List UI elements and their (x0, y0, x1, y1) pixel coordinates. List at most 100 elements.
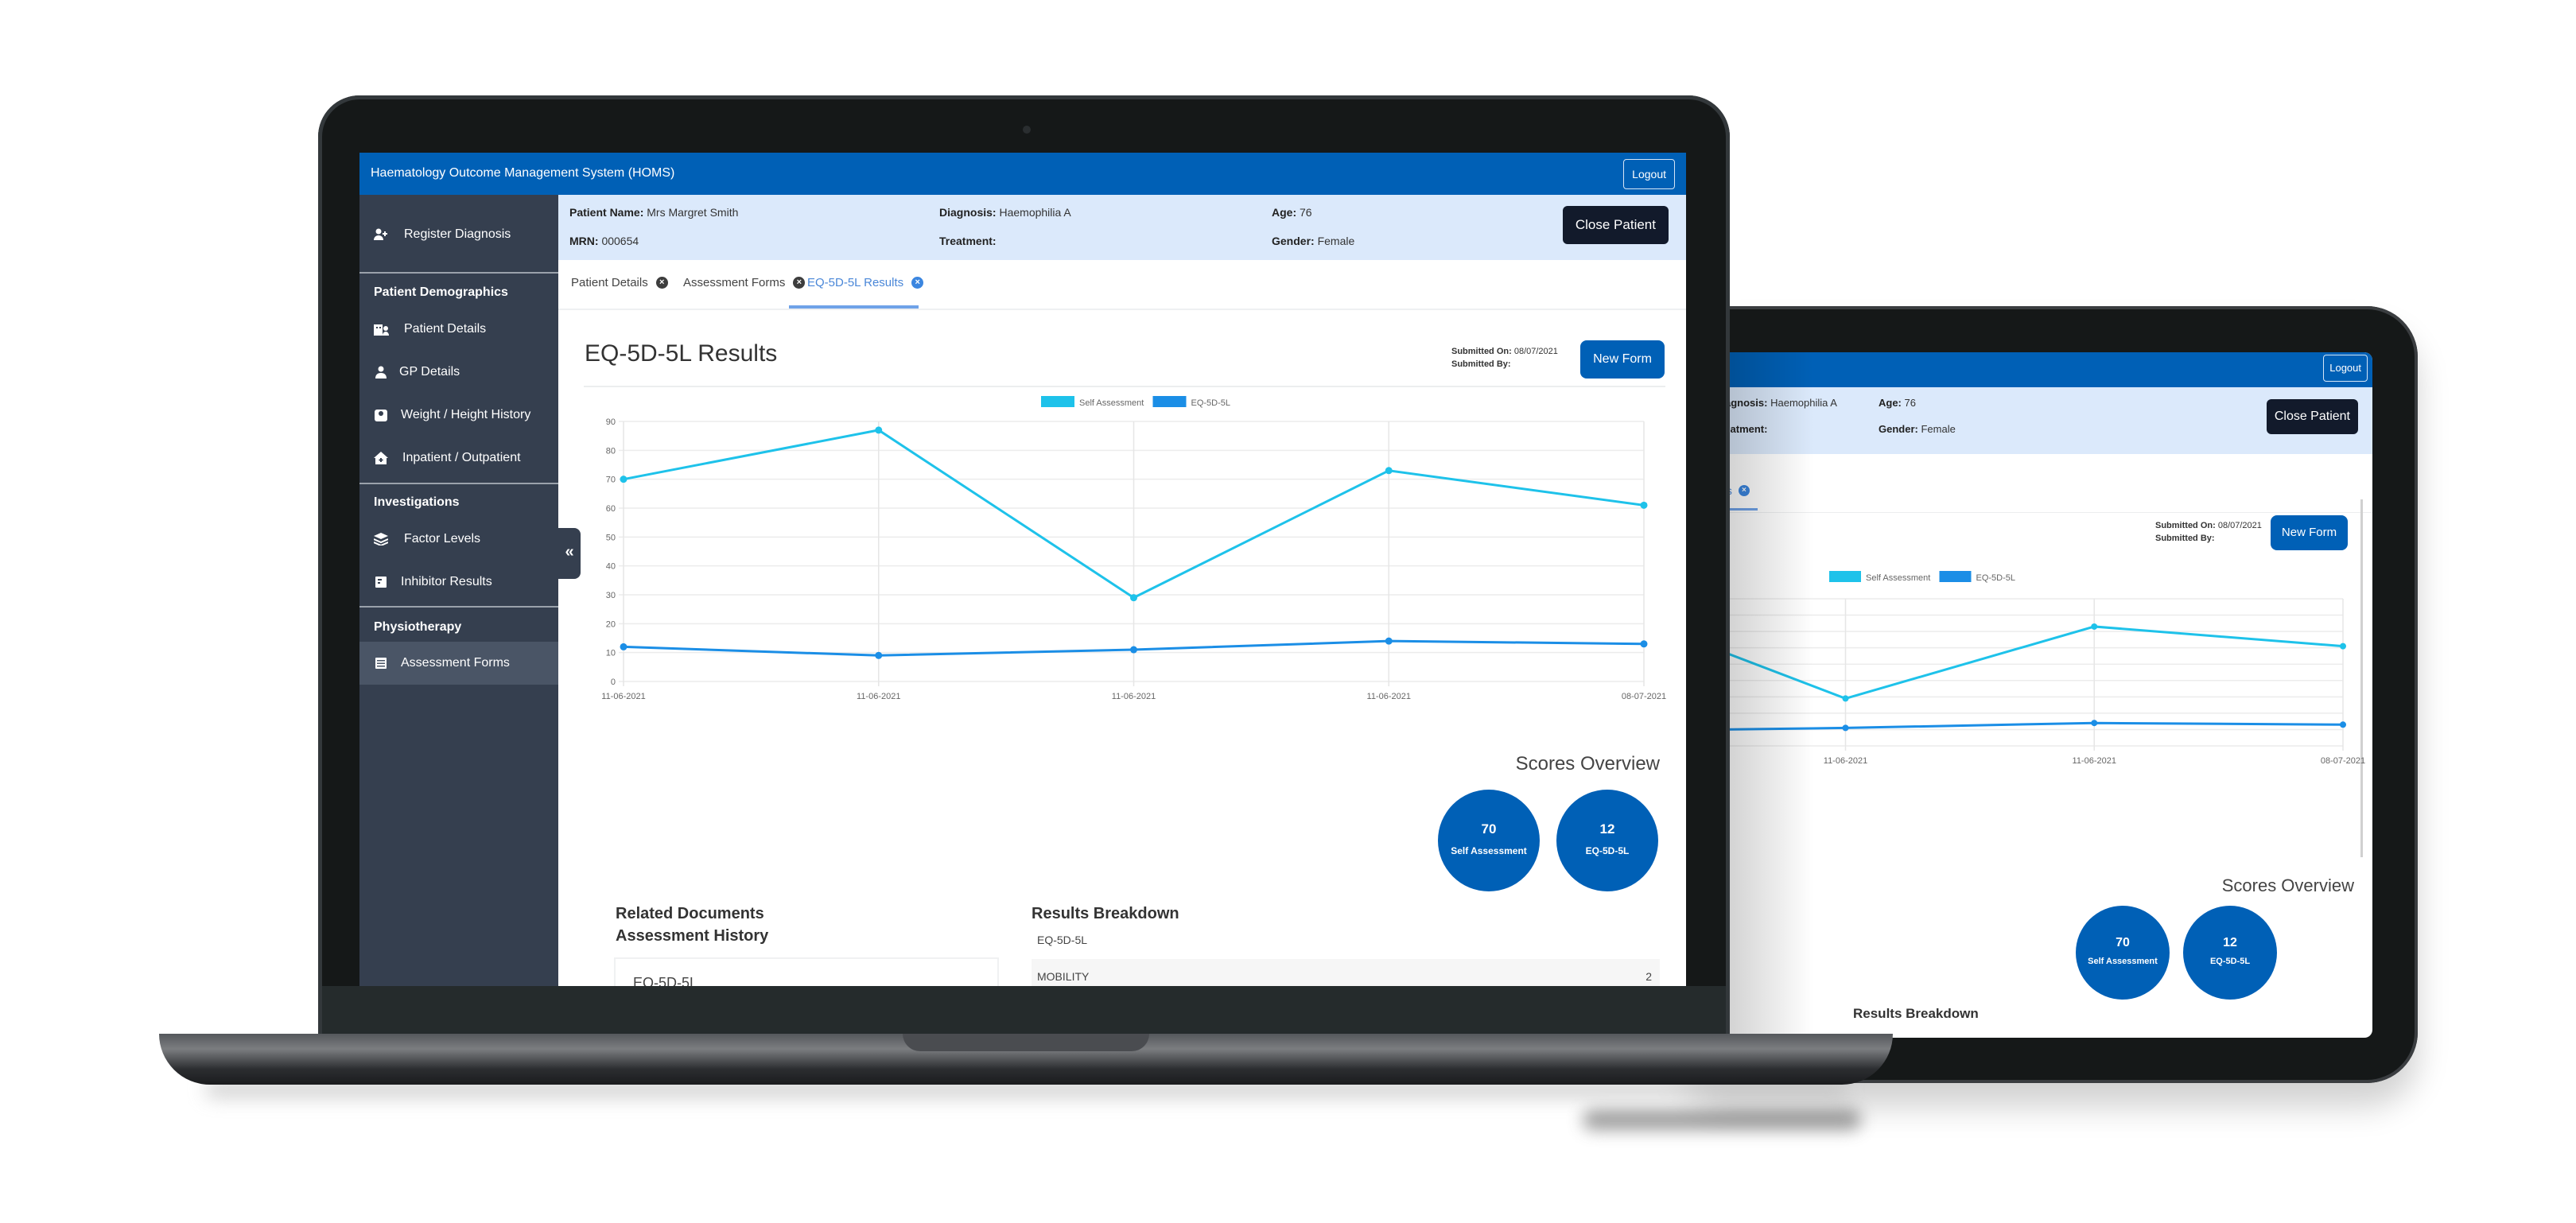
sidebar-item-weight-height-history[interactable]: Weight / Height History (359, 394, 558, 436)
new-form-button[interactable]: New Form (1580, 340, 1665, 379)
sidebar-item-label: Inhibitor Results (401, 575, 492, 588)
close-tab-icon[interactable]: × (1738, 485, 1750, 496)
legend-label: EQ-5D-5L (1976, 573, 2016, 583)
sidebar-collapse-button[interactable]: « (558, 528, 581, 579)
y-tick-label: 20 (606, 619, 616, 629)
close-tab-icon[interactable]: × (793, 277, 806, 289)
data-point (2091, 623, 2098, 630)
y-tick-label: 10 (606, 649, 616, 658)
legend-swatch (1152, 396, 1187, 407)
mrn-label: MRN: (569, 235, 599, 247)
tab-label: EQ-5D-5L Results (807, 276, 904, 289)
sidebar-item-inpatient-outpatient[interactable]: Inpatient / Outpatient (359, 437, 558, 479)
scores-overview-title: Scores Overview (1515, 753, 1660, 775)
data-point (1842, 724, 1849, 732)
patient-name-label: Patient Name: (569, 206, 644, 219)
y-tick-label: 40 (606, 562, 616, 572)
tablet-gender-field: Gender: Female (1879, 423, 1956, 435)
x-tick-label: 11-06-2021 (2073, 756, 2116, 766)
tablet-scores-title: Scores Overview (2221, 876, 2354, 895)
y-tick-label: 80 (606, 446, 616, 456)
submitted-on: Submitted On: 08/07/2021 (1451, 347, 1558, 356)
mrn-field: MRN: 000654 (569, 235, 639, 247)
gender-value: Female (1921, 423, 1956, 435)
tab-label: Assessment Forms (683, 276, 786, 289)
tablet-close-patient-button[interactable]: Close Patient (2266, 399, 2358, 434)
tablet-results-breakdown-heading: Results Breakdown (1853, 1006, 1979, 1021)
hospital-user-icon (374, 323, 389, 336)
y-tick-label: 0 (611, 678, 616, 687)
diagnosis-field: Diagnosis: Haemophilia A (939, 206, 1071, 219)
sidebar-divider (359, 272, 558, 274)
sidebar-item-assessment-forms[interactable]: Assessment Forms (359, 642, 558, 685)
data-point (1385, 467, 1393, 475)
page-title: EQ-5D-5L Results (585, 340, 778, 367)
score-circle-eq5d5l: 12 EQ-5D-5L (1556, 790, 1658, 891)
sidebar-item-register-diagnosis[interactable]: Register Diagnosis (359, 211, 558, 258)
doctor-icon (374, 366, 388, 379)
legend-label: EQ-5D-5L (1191, 398, 1231, 408)
breakdown-row-value: 2 (1645, 970, 1652, 983)
x-tick-label: 11-06-2021 (1112, 692, 1156, 701)
assessment-history-card: EQ-5D-5L (614, 957, 999, 986)
tablet-new-form-button[interactable]: New Form (2271, 515, 2348, 550)
tablet-submitted-by: Submitted By: (2155, 534, 2215, 543)
sidebar-item-label: Weight / Height History (401, 408, 531, 421)
close-patient-button[interactable]: Close Patient (1562, 206, 1669, 244)
diagnosis-label: Diagnosis: (939, 206, 997, 219)
tablet-score-circle-eq5d5l: 12 EQ-5D-5L (2183, 906, 2277, 1000)
sidebar-heading-patient-demographics: Patient Demographics (374, 285, 508, 299)
treatment-label: Treatment: (939, 235, 997, 247)
score-label: EQ-5D-5L (1585, 845, 1630, 856)
tab-patient-details[interactable]: Patient Details × (571, 276, 668, 289)
sidebar-item-gp-details[interactable]: GP Details (359, 351, 558, 393)
tablet-shadow (1583, 1109, 1861, 1130)
x-tick-label: 08-07-2021 (1622, 692, 1666, 701)
sidebar-item-label: Factor Levels (404, 532, 481, 545)
tablet-logout-button[interactable]: Logout (2323, 355, 2368, 382)
title-divider (584, 386, 1665, 387)
submitted-on-value: 08/07/2021 (1513, 347, 1558, 356)
results-breakdown-heading: Results Breakdown (1032, 905, 1179, 922)
sidebar-item-inhibitor-results[interactable]: Inhibitor Results (359, 561, 558, 603)
submitted-on-value: 08/07/2021 (2217, 521, 2262, 530)
sidebar-item-factor-levels[interactable]: Factor Levels (359, 518, 558, 560)
tab-assessment-forms[interactable]: Assessment Forms × (683, 276, 806, 289)
data-point (1130, 646, 1137, 654)
assessment-history-heading: Assessment History (616, 927, 769, 945)
y-tick-label: 90 (606, 417, 616, 427)
form-icon (374, 657, 388, 670)
laptop-chin (322, 986, 1726, 1035)
score-value: 70 (1481, 821, 1497, 837)
sidebar: Register Diagnosis Patient Demographics … (359, 195, 558, 986)
sidebar-item-patient-details[interactable]: Patient Details (359, 309, 558, 350)
tab-eq5d5l-results[interactable]: EQ-5D-5L Results × (807, 276, 924, 289)
data-point (875, 426, 883, 434)
tab-label: Patient Details (571, 276, 648, 289)
data-point (875, 651, 883, 659)
tablet-tab-underline (1726, 508, 1758, 511)
y-tick-label: 50 (606, 533, 616, 542)
history-item[interactable]: EQ-5D-5L (633, 975, 697, 986)
close-tab-icon[interactable]: × (655, 277, 668, 289)
sidebar-item-label: Inpatient / Outpatient (402, 451, 521, 464)
data-point (2340, 721, 2346, 728)
x-tick-label: 11-06-2021 (1367, 692, 1411, 701)
tablet-patient-strip: Diagnosis: Haemophilia A Treatment: Age:… (1726, 387, 2372, 454)
close-tab-icon[interactable]: × (911, 277, 924, 289)
sidebar-item-label: Assessment Forms (401, 656, 510, 670)
legend-swatch (1829, 571, 1861, 582)
x-tick-label: 08-07-2021 (2321, 756, 2365, 766)
logout-button[interactable]: Logout (1623, 159, 1675, 189)
sidebar-item-label: Patient Details (404, 322, 487, 336)
score-label: Self Assessment (2088, 957, 2158, 966)
submitted-on-label: Submitted On: (2155, 521, 2216, 530)
breakdown-row: MOBILITY 2 (1032, 959, 1660, 986)
breakdown-form-name: EQ-5D-5L (1037, 934, 1088, 946)
score-value: 12 (2223, 936, 2237, 949)
house-medical-icon (374, 452, 388, 464)
treatment-label: Treatment: (1726, 423, 1768, 435)
age-label: Age: (1272, 206, 1297, 219)
sidebar-item-label: GP Details (399, 365, 460, 379)
diagnosis-label: Diagnosis: (1726, 397, 1768, 409)
